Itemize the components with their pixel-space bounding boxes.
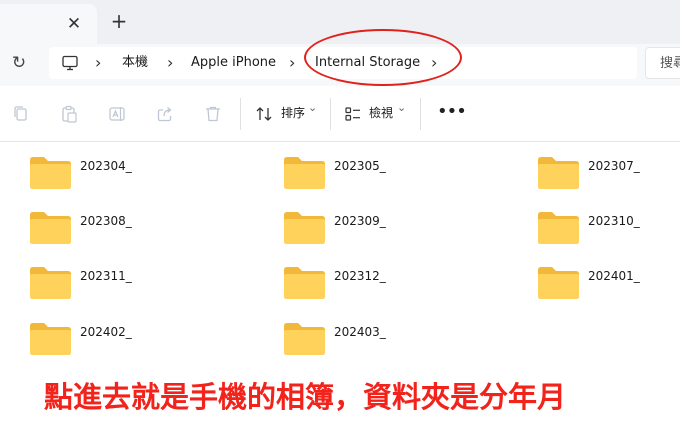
folder-item[interactable]: 202309_ — [283, 211, 483, 251]
folder-item[interactable]: 202311_ — [29, 266, 229, 306]
folder-icon — [30, 212, 71, 244]
folder-item[interactable]: 202308_ — [29, 211, 229, 251]
sort-icon[interactable] — [254, 104, 274, 124]
folder-icon — [538, 157, 579, 189]
view-button[interactable]: 檢視 — [369, 103, 393, 123]
folder-name: 202309_ — [334, 214, 386, 228]
more-options-icon[interactable]: ••• — [437, 100, 467, 124]
folder-icon — [538, 267, 579, 299]
close-tab-icon[interactable]: ✕ — [64, 14, 84, 34]
folder-name: 202311_ — [80, 269, 132, 283]
search-placeholder: 搜尋 — [660, 56, 680, 71]
toolbar-divider — [240, 98, 241, 130]
folder-name: 202402_ — [80, 325, 132, 339]
folder-name: 202401_ — [588, 269, 640, 283]
folder-item[interactable]: 202305_ — [283, 156, 483, 196]
search-input[interactable]: 搜尋 — [645, 47, 680, 79]
folder-item[interactable]: 202403_ — [283, 322, 483, 362]
folder-item[interactable]: 202304_ — [29, 156, 229, 196]
folder-item[interactable]: 202402_ — [29, 322, 229, 362]
chevron-right-icon[interactable]: › — [289, 47, 295, 79]
rename-icon[interactable] — [107, 104, 127, 124]
computer-icon[interactable] — [61, 54, 79, 72]
folder-name: 202310_ — [588, 214, 640, 228]
folder-name: 202308_ — [80, 214, 132, 228]
sort-button[interactable]: 排序 — [281, 103, 305, 123]
folder-icon — [284, 323, 325, 355]
folder-name: 202307_ — [588, 159, 640, 173]
tab-active[interactable]: ✕ — [0, 4, 97, 44]
breadcrumb-apple-iphone[interactable]: Apple iPhone — [191, 47, 276, 79]
folder-name: 202304_ — [80, 159, 132, 173]
chevron-down-icon[interactable]: ⌄ — [308, 98, 317, 118]
toolbar-divider — [420, 98, 421, 130]
paste-icon[interactable] — [59, 104, 79, 124]
delete-icon[interactable] — [203, 104, 223, 124]
folder-icon — [284, 212, 325, 244]
new-tab-icon[interactable]: + — [108, 10, 130, 32]
chevron-right-icon[interactable]: › — [167, 47, 173, 79]
breadcrumb-this-pc[interactable]: 本機 — [122, 47, 148, 79]
view-icon[interactable] — [343, 104, 363, 124]
folder-name: 202403_ — [334, 325, 386, 339]
refresh-icon[interactable]: ↻ — [8, 52, 30, 74]
folder-name: 202312_ — [334, 269, 386, 283]
folder-icon — [538, 212, 579, 244]
folder-icon — [30, 267, 71, 299]
command-bar: 排序 ⌄ 檢視 ⌄ ••• — [0, 86, 680, 142]
tab-strip: ✕ + — [0, 0, 680, 44]
folder-icon — [30, 323, 71, 355]
address-bar[interactable]: › 本機 › Apple iPhone › Internal Storage › — [49, 47, 637, 79]
address-row: ↻ › 本機 › Apple iPhone › Internal Storage… — [0, 44, 680, 86]
folder-icon — [284, 157, 325, 189]
copy-icon[interactable] — [11, 104, 31, 124]
folder-name: 202305_ — [334, 159, 386, 173]
folder-item[interactable]: 202312_ — [283, 266, 483, 306]
chevron-right-icon[interactable]: › — [95, 47, 101, 79]
folder-item[interactable]: 202307_ — [537, 156, 680, 196]
folder-icon — [284, 267, 325, 299]
breadcrumb-internal-storage[interactable]: Internal Storage — [315, 47, 420, 79]
folder-item[interactable]: 202401_ — [537, 266, 680, 306]
toolbar-divider — [330, 98, 331, 130]
chevron-right-icon[interactable]: › — [431, 47, 437, 79]
folder-icon — [30, 157, 71, 189]
folder-item[interactable]: 202310_ — [537, 211, 680, 251]
share-icon[interactable] — [155, 104, 175, 124]
chevron-down-icon[interactable]: ⌄ — [397, 98, 406, 118]
annotation-caption: 點進去就是手機的相簿，資料夾是分年月 — [44, 380, 567, 414]
